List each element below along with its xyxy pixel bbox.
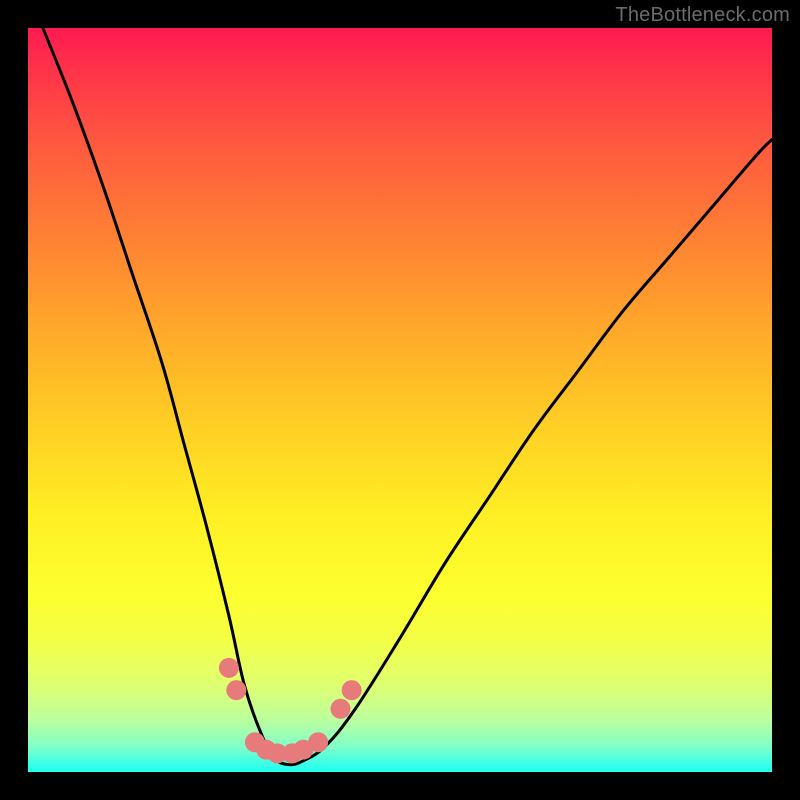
curve-marker — [226, 680, 246, 700]
bottleneck-curve — [43, 28, 772, 765]
curve-marker — [330, 699, 350, 719]
curve-marker — [308, 732, 328, 752]
plot-area — [28, 28, 772, 772]
chart-svg — [28, 28, 772, 772]
curve-marker — [342, 680, 362, 700]
chart-frame: TheBottleneck.com — [0, 0, 800, 800]
curve-marker — [219, 658, 239, 678]
watermark-text: TheBottleneck.com — [615, 4, 790, 27]
